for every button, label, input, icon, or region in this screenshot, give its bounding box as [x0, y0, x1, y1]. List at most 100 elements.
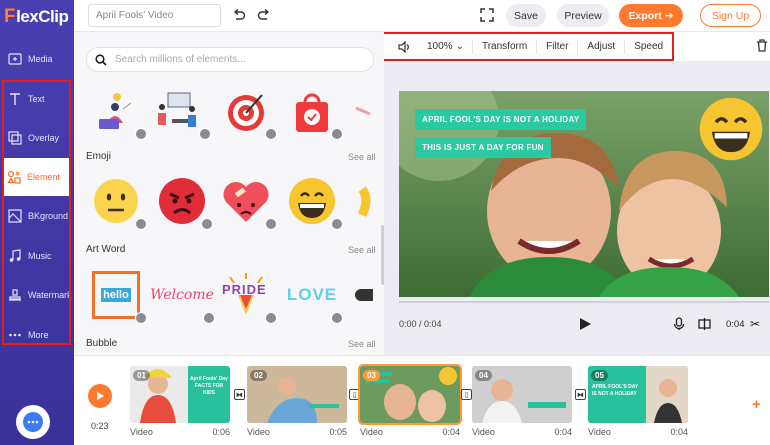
- timeline-clip-4[interactable]: 04: [472, 366, 572, 423]
- trash-icon[interactable]: [756, 39, 768, 55]
- sidebar-item-watermark[interactable]: Watermark: [4, 276, 72, 314]
- caption-text-1[interactable]: APRIL FOOL'S DAY IS NOT A HOLIDAY: [415, 109, 587, 130]
- see-all-bubble-link[interactable]: See all: [348, 339, 376, 349]
- sidebar-item-text[interactable]: Text: [4, 80, 72, 118]
- caption-text-2[interactable]: THIS IS JUST A DAY FOR FUN: [415, 137, 551, 158]
- emoji-partial[interactable]: [352, 174, 376, 228]
- sign-up-button[interactable]: Sign Up: [700, 4, 761, 27]
- element-thumb-partial[interactable]: [350, 84, 376, 138]
- section-title-art-word: Art Word: [86, 244, 126, 255]
- save-button[interactable]: Save: [506, 4, 546, 27]
- volume-button[interactable]: [382, 40, 419, 53]
- art-word-love[interactable]: LOVE: [284, 268, 343, 324]
- undo-icon[interactable]: [232, 8, 246, 25]
- clip-duration: 0:04: [726, 319, 745, 330]
- arrow-right-icon: ➜: [664, 9, 674, 22]
- add-clip-icon[interactable]: +: [752, 396, 761, 413]
- clip-5-label: Video 0:04: [588, 427, 688, 437]
- sidebar-item-bkground[interactable]: BKground: [4, 197, 72, 235]
- art-word-hello[interactable]: hello: [88, 268, 147, 324]
- clip-4-label: Video 0:04: [472, 427, 572, 437]
- chat-support-button[interactable]: [16, 405, 50, 439]
- clip-3-label: Video 0:04: [360, 427, 460, 437]
- emoji-grinning-face[interactable]: [284, 174, 343, 230]
- timeline-total-time: 0:23: [91, 421, 109, 431]
- timeline-clip-3[interactable]: 03: [358, 364, 462, 425]
- speed-button[interactable]: Speed: [624, 39, 672, 54]
- element-thumb-target[interactable]: [218, 84, 277, 140]
- clip-toolbar: 100% ⌄ Transform Filter Adjust Speed: [380, 32, 674, 61]
- split-icon[interactable]: [698, 318, 711, 333]
- transition-icon[interactable]: ▯: [461, 389, 472, 400]
- timeline-clip-2[interactable]: 02: [247, 366, 347, 423]
- download-badge-icon: [135, 218, 147, 230]
- project-title-input[interactable]: April Fools' Video: [88, 4, 221, 27]
- download-badge-icon: [265, 128, 277, 140]
- timeline-clip-1[interactable]: 01 April Fools' Day FACTS FOR KIDS: [130, 366, 230, 423]
- filter-button[interactable]: Filter: [536, 39, 577, 54]
- download-badge-icon: [265, 312, 277, 324]
- play-icon[interactable]: [578, 317, 592, 334]
- download-badge-icon: [201, 218, 213, 230]
- element-icon: [7, 170, 21, 184]
- transition-icon[interactable]: ⧓: [575, 389, 586, 400]
- art-word-pride[interactable]: PRIDE: [218, 268, 277, 324]
- sidebar-item-overlay[interactable]: Overlay: [4, 119, 72, 157]
- download-badge-icon: [199, 128, 211, 140]
- play-icon: [97, 392, 104, 400]
- adjust-button[interactable]: Adjust: [577, 39, 624, 54]
- download-badge-icon: [135, 128, 147, 140]
- emoji-sticker-grinning[interactable]: [697, 95, 765, 163]
- sidebar-item-more[interactable]: More: [4, 316, 72, 354]
- emoji-broken-heart[interactable]: [218, 174, 277, 230]
- sidebar-item-music[interactable]: Music: [4, 237, 72, 275]
- download-badge-icon: [331, 128, 343, 140]
- scissors-icon[interactable]: ✂: [750, 317, 760, 331]
- emoji-angry-face[interactable]: [154, 174, 213, 230]
- search-icon: [95, 53, 107, 66]
- preview-button[interactable]: Preview: [557, 4, 609, 27]
- download-badge-icon: [135, 312, 147, 324]
- microphone-icon[interactable]: [673, 317, 685, 334]
- more-icon: [9, 333, 21, 337]
- timeline-play-button[interactable]: [88, 384, 112, 408]
- video-preview[interactable]: APRIL FOOL'S DAY IS NOT A HOLIDAY THIS I…: [399, 91, 769, 297]
- chevron-down-icon: ⌄: [455, 41, 464, 52]
- media-icon: [8, 53, 22, 65]
- element-thumb-shopping-bag[interactable]: [284, 84, 343, 140]
- sidebar-item-element[interactable]: Element: [3, 158, 70, 196]
- download-badge-icon: [203, 312, 215, 324]
- export-button[interactable]: Export ➜: [619, 4, 683, 27]
- background-icon: [8, 209, 22, 223]
- flexclip-logo[interactable]: FlexClip: [4, 6, 72, 28]
- element-search-input[interactable]: Search millions of elements...: [86, 47, 374, 72]
- timeline-clip-5[interactable]: 05 APRIL FOOL'S DAY IS NOT A HOLIDAY: [588, 366, 688, 423]
- see-all-emoji-link[interactable]: See all: [348, 152, 376, 162]
- art-word-welcome[interactable]: Welcome: [150, 268, 215, 324]
- section-title-bubble: Bubble: [86, 338, 118, 349]
- transition-icon[interactable]: ⧓: [234, 389, 245, 400]
- redo-icon[interactable]: [257, 8, 271, 25]
- section-title-emoji: Emoji: [86, 151, 112, 162]
- fullscreen-icon[interactable]: [480, 8, 494, 25]
- clip-1-label: Video 0:06: [130, 427, 230, 437]
- playback-progress-bar[interactable]: [399, 301, 769, 303]
- emoji-neutral-face[interactable]: [88, 174, 147, 230]
- transition-icon[interactable]: ▯: [349, 389, 360, 400]
- see-all-art-word-link[interactable]: See all: [348, 245, 376, 255]
- music-icon: [9, 249, 21, 262]
- element-thumb-person-laptop[interactable]: [88, 84, 147, 140]
- art-word-partial[interactable]: [352, 268, 376, 322]
- transform-button[interactable]: Transform: [471, 39, 536, 54]
- sidebar-item-media[interactable]: Media: [4, 40, 72, 78]
- speaker-icon: [398, 40, 409, 53]
- download-badge-icon: [265, 218, 277, 230]
- overlay-icon: [8, 131, 22, 145]
- zoom-dropdown[interactable]: 100% ⌄: [419, 41, 472, 52]
- element-thumb-office-people[interactable]: [152, 84, 211, 140]
- chat-icon: [23, 412, 43, 432]
- text-icon: [10, 93, 20, 105]
- watermark-icon: [9, 289, 21, 301]
- time-display: 0:00 / 0:04: [399, 319, 442, 329]
- download-badge-icon: [331, 312, 343, 324]
